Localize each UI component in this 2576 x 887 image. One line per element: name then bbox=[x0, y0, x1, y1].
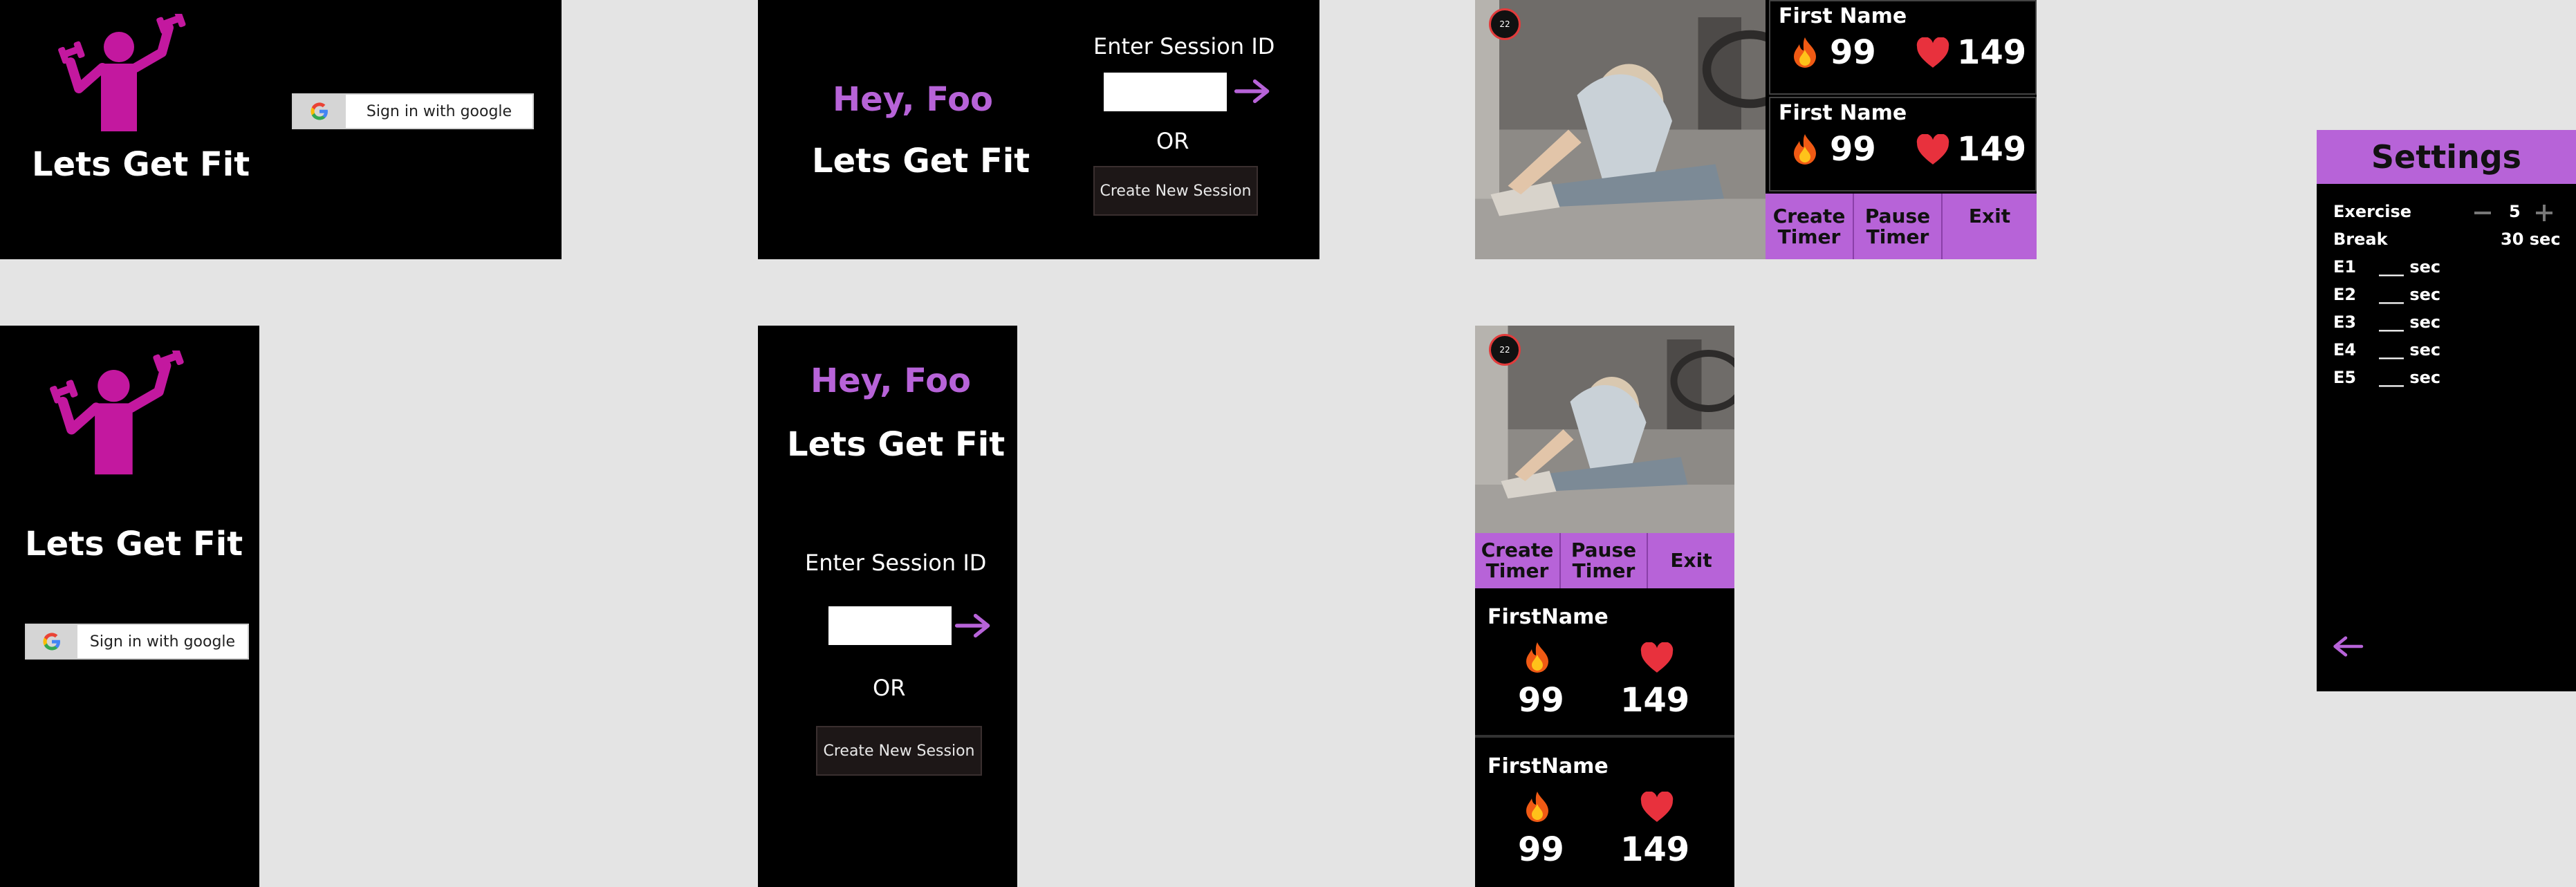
create-timer-line1: Create bbox=[1772, 204, 1846, 227]
join-session-screen-tall: Hey, Foo Lets Get Fit Enter Session ID O… bbox=[758, 326, 1017, 887]
login-screen-wide: Lets Get Fit Sign in with google bbox=[0, 0, 562, 259]
calories-value: 99 bbox=[1518, 681, 1564, 720]
exercise-row-label: E2 bbox=[2333, 285, 2357, 304]
arrow-left-icon[interactable] bbox=[2332, 635, 2364, 658]
settings-title: Settings bbox=[2371, 138, 2522, 176]
break-label: Break bbox=[2333, 230, 2388, 249]
calories-value: 99 bbox=[1830, 33, 1876, 72]
timer-badge-value: 22 bbox=[1499, 19, 1510, 29]
participant-card: First Name 99 149 bbox=[1769, 0, 2037, 95]
google-signin-label: Sign in with google bbox=[89, 633, 236, 651]
join-session-screen-wide: Hey, Foo Lets Get Fit Enter Session ID O… bbox=[758, 0, 1319, 259]
participant-name: FirstName bbox=[1488, 754, 1609, 778]
timer-badge-value: 22 bbox=[1499, 345, 1510, 355]
greeting: Hey, Foo bbox=[833, 80, 994, 119]
heart-icon bbox=[1916, 134, 1950, 166]
google-signin-button[interactable]: Sign in with google bbox=[292, 93, 534, 129]
app-title: Lets Get Fit bbox=[812, 142, 1030, 180]
plus-icon[interactable] bbox=[2536, 205, 2552, 221]
pause-timer-line2: Timer bbox=[1866, 225, 1929, 248]
exercise-duration-field[interactable]: ___ sec bbox=[2379, 312, 2440, 332]
create-new-session-button[interactable]: Create New Session bbox=[1093, 166, 1258, 216]
participant-card: FirstName 99 149 bbox=[1475, 740, 1734, 887]
arrow-right-icon[interactable] bbox=[954, 612, 992, 639]
flame-icon bbox=[1791, 36, 1819, 69]
google-signin-label: Sign in with google bbox=[366, 102, 512, 120]
or-label: OR bbox=[873, 675, 906, 701]
session-id-input[interactable] bbox=[1104, 73, 1227, 111]
exit-button[interactable]: Exit bbox=[1943, 194, 2037, 259]
flame-icon bbox=[1523, 641, 1551, 674]
app-title: Lets Get Fit bbox=[25, 525, 243, 563]
timer-badge: 22 bbox=[1489, 334, 1521, 366]
enter-session-label: Enter Session ID bbox=[805, 550, 987, 576]
weightlifter-logo bbox=[58, 14, 196, 131]
participant-card: FirstName 99 149 bbox=[1475, 591, 1734, 738]
workout-video bbox=[1475, 0, 1766, 259]
heart-icon bbox=[1916, 37, 1950, 69]
exercise-row-label: E4 bbox=[2333, 340, 2357, 360]
create-new-session-button[interactable]: Create New Session bbox=[816, 726, 982, 776]
create-timer-button[interactable]: Create Timer bbox=[1475, 533, 1561, 588]
participant-name: First Name bbox=[1779, 4, 1907, 28]
break-value[interactable]: 30 sec bbox=[2501, 230, 2561, 249]
participant-card: First Name 99 149 bbox=[1769, 97, 2037, 192]
heart-icon bbox=[1640, 642, 1674, 674]
settings-header: Settings bbox=[2317, 130, 2576, 184]
pause-timer-button[interactable]: Pause Timer bbox=[1854, 194, 1943, 259]
calories-value: 99 bbox=[1518, 830, 1564, 869]
pause-timer-line1: Pause bbox=[1570, 539, 1637, 561]
exercise-label: Exercise bbox=[2333, 202, 2412, 221]
workout-screen-wide: 22 First Name 99 149 First Name 99 149 C… bbox=[1475, 0, 2037, 259]
participant-name: FirstName bbox=[1488, 605, 1609, 629]
exercise-row-label: E5 bbox=[2333, 368, 2357, 387]
or-label: OR bbox=[1156, 128, 1189, 154]
exercise-count: 5 bbox=[2509, 202, 2521, 221]
workout-screen-tall: 22 Create Timer Pause Timer Exit FirstNa… bbox=[1475, 326, 1734, 887]
timer-badge: 22 bbox=[1489, 8, 1521, 40]
app-title: Lets Get Fit bbox=[787, 425, 1006, 464]
flame-icon bbox=[1523, 790, 1551, 823]
exercise-duration-field[interactable]: ___ sec bbox=[2379, 340, 2440, 360]
exercise-duration-field[interactable]: ___ sec bbox=[2379, 257, 2440, 277]
app-title: Lets Get Fit bbox=[32, 145, 250, 184]
weightlifter-logo bbox=[50, 351, 195, 475]
exercise-row-label: E1 bbox=[2333, 257, 2357, 277]
create-timer-button[interactable]: Create Timer bbox=[1766, 194, 1854, 259]
exit-label: Exit bbox=[1968, 205, 2011, 227]
enter-session-label: Enter Session ID bbox=[1093, 33, 1275, 59]
pause-timer-line1: Pause bbox=[1864, 204, 1931, 227]
exercise-duration-field[interactable]: ___ sec bbox=[2379, 285, 2440, 304]
heart-icon bbox=[1640, 792, 1674, 823]
google-signin-button[interactable]: Sign in with google bbox=[25, 624, 249, 660]
calories-value: 99 bbox=[1830, 130, 1876, 169]
heart-rate-value: 149 bbox=[1957, 33, 2027, 72]
session-id-input[interactable] bbox=[828, 606, 952, 645]
create-timer-line2: Timer bbox=[1485, 559, 1549, 582]
create-timer-line1: Create bbox=[1481, 539, 1554, 561]
pause-timer-button[interactable]: Pause Timer bbox=[1561, 533, 1648, 588]
settings-panel: Settings Exercise 5 Break 30 sec E1 ___ … bbox=[2317, 130, 2576, 691]
arrow-right-icon[interactable] bbox=[1234, 77, 1271, 105]
google-g-icon bbox=[26, 625, 77, 658]
exit-button[interactable]: Exit bbox=[1648, 533, 1734, 588]
login-screen-tall: Lets Get Fit Sign in with google bbox=[0, 326, 259, 887]
heart-rate-value: 149 bbox=[1957, 130, 2027, 169]
heart-rate-value: 149 bbox=[1620, 830, 1690, 869]
exercise-duration-field[interactable]: ___ sec bbox=[2379, 368, 2440, 387]
participant-name: First Name bbox=[1779, 101, 1907, 125]
flame-icon bbox=[1791, 133, 1819, 166]
heart-rate-value: 149 bbox=[1620, 681, 1690, 720]
exit-label: Exit bbox=[1670, 549, 1712, 572]
exercise-row-label: E3 bbox=[2333, 312, 2357, 332]
google-g-icon bbox=[293, 95, 346, 128]
minus-icon[interactable] bbox=[2474, 212, 2491, 214]
greeting: Hey, Foo bbox=[810, 362, 972, 400]
pause-timer-line2: Timer bbox=[1572, 559, 1636, 582]
create-timer-line2: Timer bbox=[1777, 225, 1841, 248]
